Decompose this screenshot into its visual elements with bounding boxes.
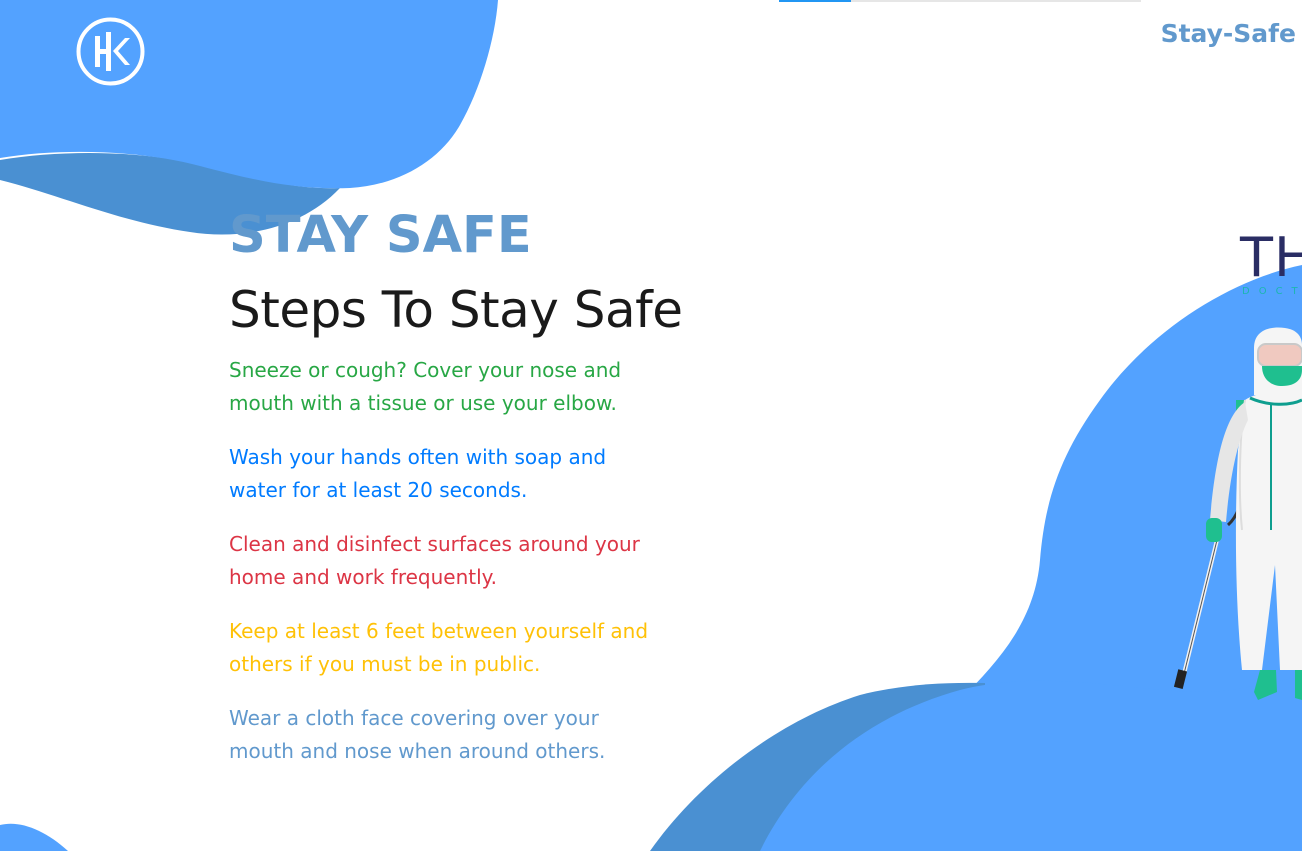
scroll-progress-track xyxy=(779,0,1141,2)
nav-link-stay-safe[interactable]: Stay-Safe xyxy=(1161,19,1296,48)
tip-wash-hands: Wash your hands often with soap and wate… xyxy=(229,445,607,502)
brand-title: TH xyxy=(1240,226,1302,289)
hk-logo-icon[interactable] xyxy=(75,17,146,86)
section-eyebrow: STAY SAFE xyxy=(229,206,532,265)
bottom-left-blob xyxy=(0,823,68,851)
tip-face-covering: Wear a cloth face covering over your mou… xyxy=(229,706,606,763)
scroll-progress-fill xyxy=(779,0,852,2)
tip-cover-cough: Sneeze or cough? Cover your nose and mou… xyxy=(229,358,622,415)
brand-subtitle: DOCT xyxy=(1242,286,1302,297)
tips-list: Sneeze or cough? Cover your nose and mou… xyxy=(229,354,649,768)
hazmat-worker-illustration xyxy=(1173,327,1302,700)
section-heading: Steps To Stay Safe xyxy=(229,281,683,339)
tip-disinfect: Clean and disinfect surfaces around your… xyxy=(229,532,640,589)
tip-distance: Keep at least 6 feet between yourself an… xyxy=(229,619,649,676)
stay-safe-section: STAY SAFE Steps To Stay Safe Sneeze or c… xyxy=(229,206,699,789)
